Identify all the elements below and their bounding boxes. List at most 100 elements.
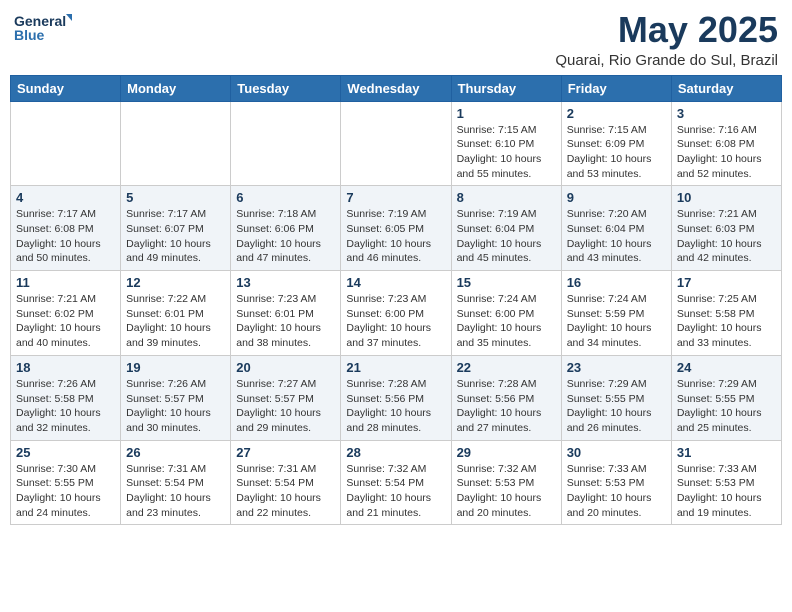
day-number: 20 [236,360,335,375]
day-number: 1 [457,106,556,121]
day-info: Sunrise: 7:17 AMSunset: 6:07 PMDaylight:… [126,207,225,266]
page-header: General Blue May 2025 Quarai, Rio Grande… [10,10,782,69]
calendar-cell: 29 Sunrise: 7:32 AMSunset: 5:53 PMDayligh… [451,440,561,525]
day-number: 29 [457,445,556,460]
day-info: Sunrise: 7:28 AMSunset: 5:56 PMDaylight:… [457,377,556,436]
day-number: 12 [126,275,225,290]
calendar-cell: 8Sunrise: 7:19 AMSunset: 6:04 PMDaylight… [451,186,561,271]
day-number: 19 [126,360,225,375]
day-number: 9 [567,190,666,205]
calendar-cell: 12 Sunrise: 7:22 AMSunset: 6:01 PMDayligh… [121,271,231,356]
day-info: Sunrise: 7:20 AMSunset: 6:04 PMDaylight:… [567,207,666,266]
day-info: Sunrise: 7:24 AMSunset: 6:00 PMDaylight:… [457,292,556,351]
day-info: Sunrise: 7:31 AMSunset: 5:54 PMDaylight:… [126,462,225,521]
calendar-cell: 1 Sunrise: 7:15 AMSunset: 6:10 PMDaylight… [451,101,561,186]
month-title: May 2025 [555,10,778,50]
day-info: Sunrise: 7:17 AMSunset: 6:08 PMDaylight:… [16,207,115,266]
calendar-cell: 31 Sunrise: 7:33 AMSunset: 5:53 PMDayligh… [671,440,781,525]
day-number: 26 [126,445,225,460]
calendar-cell: 13Sunrise: 7:23 AMSunset: 6:01 PMDayligh… [231,271,341,356]
calendar-cell [341,101,451,186]
weekday-header-thursday: Thursday [451,75,561,101]
calendar-cell [11,101,121,186]
calendar-cell: 25 Sunrise: 7:30 AMSunset: 5:55 PMDayligh… [11,440,121,525]
calendar-cell: 28Sunrise: 7:32 AMSunset: 5:54 PMDayligh… [341,440,451,525]
weekday-header-monday: Monday [121,75,231,101]
weekday-header-row: SundayMondayTuesdayWednesdayThursdayFrid… [11,75,782,101]
day-number: 31 [677,445,776,460]
day-number: 7 [346,190,445,205]
day-number: 17 [677,275,776,290]
calendar-row-2: 11Sunrise: 7:21 AMSunset: 6:02 PMDayligh… [11,271,782,356]
calendar-row-3: 18Sunrise: 7:26 AMSunset: 5:58 PMDayligh… [11,355,782,440]
calendar-cell: 6 Sunrise: 7:18 AMSunset: 6:06 PMDaylight… [231,186,341,271]
calendar-row-0: 1 Sunrise: 7:15 AMSunset: 6:10 PMDaylight… [11,101,782,186]
day-number: 15 [457,275,556,290]
day-info: Sunrise: 7:23 AMSunset: 6:00 PMDaylight:… [346,292,445,351]
day-number: 13 [236,275,335,290]
calendar-cell: 14 Sunrise: 7:23 AMSunset: 6:00 PMDayligh… [341,271,451,356]
day-number: 10 [677,190,776,205]
calendar-cell: 16 Sunrise: 7:24 AMSunset: 5:59 PMDayligh… [561,271,671,356]
calendar-cell: 30Sunrise: 7:33 AMSunset: 5:53 PMDayligh… [561,440,671,525]
calendar-cell: 3 Sunrise: 7:16 AMSunset: 6:08 PMDaylight… [671,101,781,186]
day-info: Sunrise: 7:18 AMSunset: 6:06 PMDaylight:… [236,207,335,266]
weekday-header-friday: Friday [561,75,671,101]
calendar-cell: 4 Sunrise: 7:17 AMSunset: 6:08 PMDaylight… [11,186,121,271]
weekday-header-saturday: Saturday [671,75,781,101]
day-info: Sunrise: 7:31 AMSunset: 5:54 PMDaylight:… [236,462,335,521]
day-info: Sunrise: 7:28 AMSunset: 5:56 PMDaylight:… [346,377,445,436]
calendar-cell: 17 Sunrise: 7:25 AMSunset: 5:58 PMDayligh… [671,271,781,356]
day-number: 8 [457,190,556,205]
calendar-cell: 21 Sunrise: 7:28 AMSunset: 5:56 PMDayligh… [341,355,451,440]
day-number: 30 [567,445,666,460]
day-info: Sunrise: 7:29 AMSunset: 5:55 PMDaylight:… [567,377,666,436]
calendar-cell: 20 Sunrise: 7:27 AMSunset: 5:57 PMDayligh… [231,355,341,440]
day-number: 14 [346,275,445,290]
weekday-header-wednesday: Wednesday [341,75,451,101]
day-info: Sunrise: 7:30 AMSunset: 5:55 PMDaylight:… [16,462,115,521]
weekday-header-tuesday: Tuesday [231,75,341,101]
day-info: Sunrise: 7:24 AMSunset: 5:59 PMDaylight:… [567,292,666,351]
calendar-row-4: 25 Sunrise: 7:30 AMSunset: 5:55 PMDayligh… [11,440,782,525]
day-info: Sunrise: 7:27 AMSunset: 5:57 PMDaylight:… [236,377,335,436]
calendar-cell [121,101,231,186]
day-info: Sunrise: 7:19 AMSunset: 6:05 PMDaylight:… [346,207,445,266]
logo-svg: General Blue [14,10,74,46]
day-number: 21 [346,360,445,375]
calendar-cell: 9 Sunrise: 7:20 AMSunset: 6:04 PMDaylight… [561,186,671,271]
day-number: 3 [677,106,776,121]
day-number: 5 [126,190,225,205]
calendar-table: SundayMondayTuesdayWednesdayThursdayFrid… [10,75,782,526]
calendar-cell: 2Sunrise: 7:15 AMSunset: 6:09 PMDaylight… [561,101,671,186]
svg-text:Blue: Blue [14,27,45,43]
calendar-cell: 15 Sunrise: 7:24 AMSunset: 6:00 PMDayligh… [451,271,561,356]
day-info: Sunrise: 7:15 AMSunset: 6:09 PMDaylight:… [567,123,666,182]
calendar-cell: 7 Sunrise: 7:19 AMSunset: 6:05 PMDaylight… [341,186,451,271]
day-info: Sunrise: 7:15 AMSunset: 6:10 PMDaylight:… [457,123,556,182]
day-number: 25 [16,445,115,460]
calendar-cell: 11Sunrise: 7:21 AMSunset: 6:02 PMDayligh… [11,271,121,356]
calendar-cell: 24Sunrise: 7:29 AMSunset: 5:55 PMDayligh… [671,355,781,440]
day-number: 27 [236,445,335,460]
day-number: 4 [16,190,115,205]
day-info: Sunrise: 7:32 AMSunset: 5:53 PMDaylight:… [457,462,556,521]
calendar-cell: 19Sunrise: 7:26 AMSunset: 5:57 PMDayligh… [121,355,231,440]
day-info: Sunrise: 7:33 AMSunset: 5:53 PMDaylight:… [677,462,776,521]
calendar-cell: 18Sunrise: 7:26 AMSunset: 5:58 PMDayligh… [11,355,121,440]
day-info: Sunrise: 7:21 AMSunset: 6:03 PMDaylight:… [677,207,776,266]
day-number: 16 [567,275,666,290]
calendar-cell: 26 Sunrise: 7:31 AMSunset: 5:54 PMDayligh… [121,440,231,525]
calendar-cell: 5 Sunrise: 7:17 AMSunset: 6:07 PMDaylight… [121,186,231,271]
location: Quarai, Rio Grande do Sul, Brazil [555,52,778,69]
calendar-cell: 23Sunrise: 7:29 AMSunset: 5:55 PMDayligh… [561,355,671,440]
calendar-cell: 27 Sunrise: 7:31 AMSunset: 5:54 PMDayligh… [231,440,341,525]
day-info: Sunrise: 7:22 AMSunset: 6:01 PMDaylight:… [126,292,225,351]
day-info: Sunrise: 7:21 AMSunset: 6:02 PMDaylight:… [16,292,115,351]
logo: General Blue [14,10,74,46]
day-number: 6 [236,190,335,205]
day-info: Sunrise: 7:25 AMSunset: 5:58 PMDaylight:… [677,292,776,351]
calendar-cell: 10 Sunrise: 7:21 AMSunset: 6:03 PMDayligh… [671,186,781,271]
day-number: 28 [346,445,445,460]
day-info: Sunrise: 7:16 AMSunset: 6:08 PMDaylight:… [677,123,776,182]
